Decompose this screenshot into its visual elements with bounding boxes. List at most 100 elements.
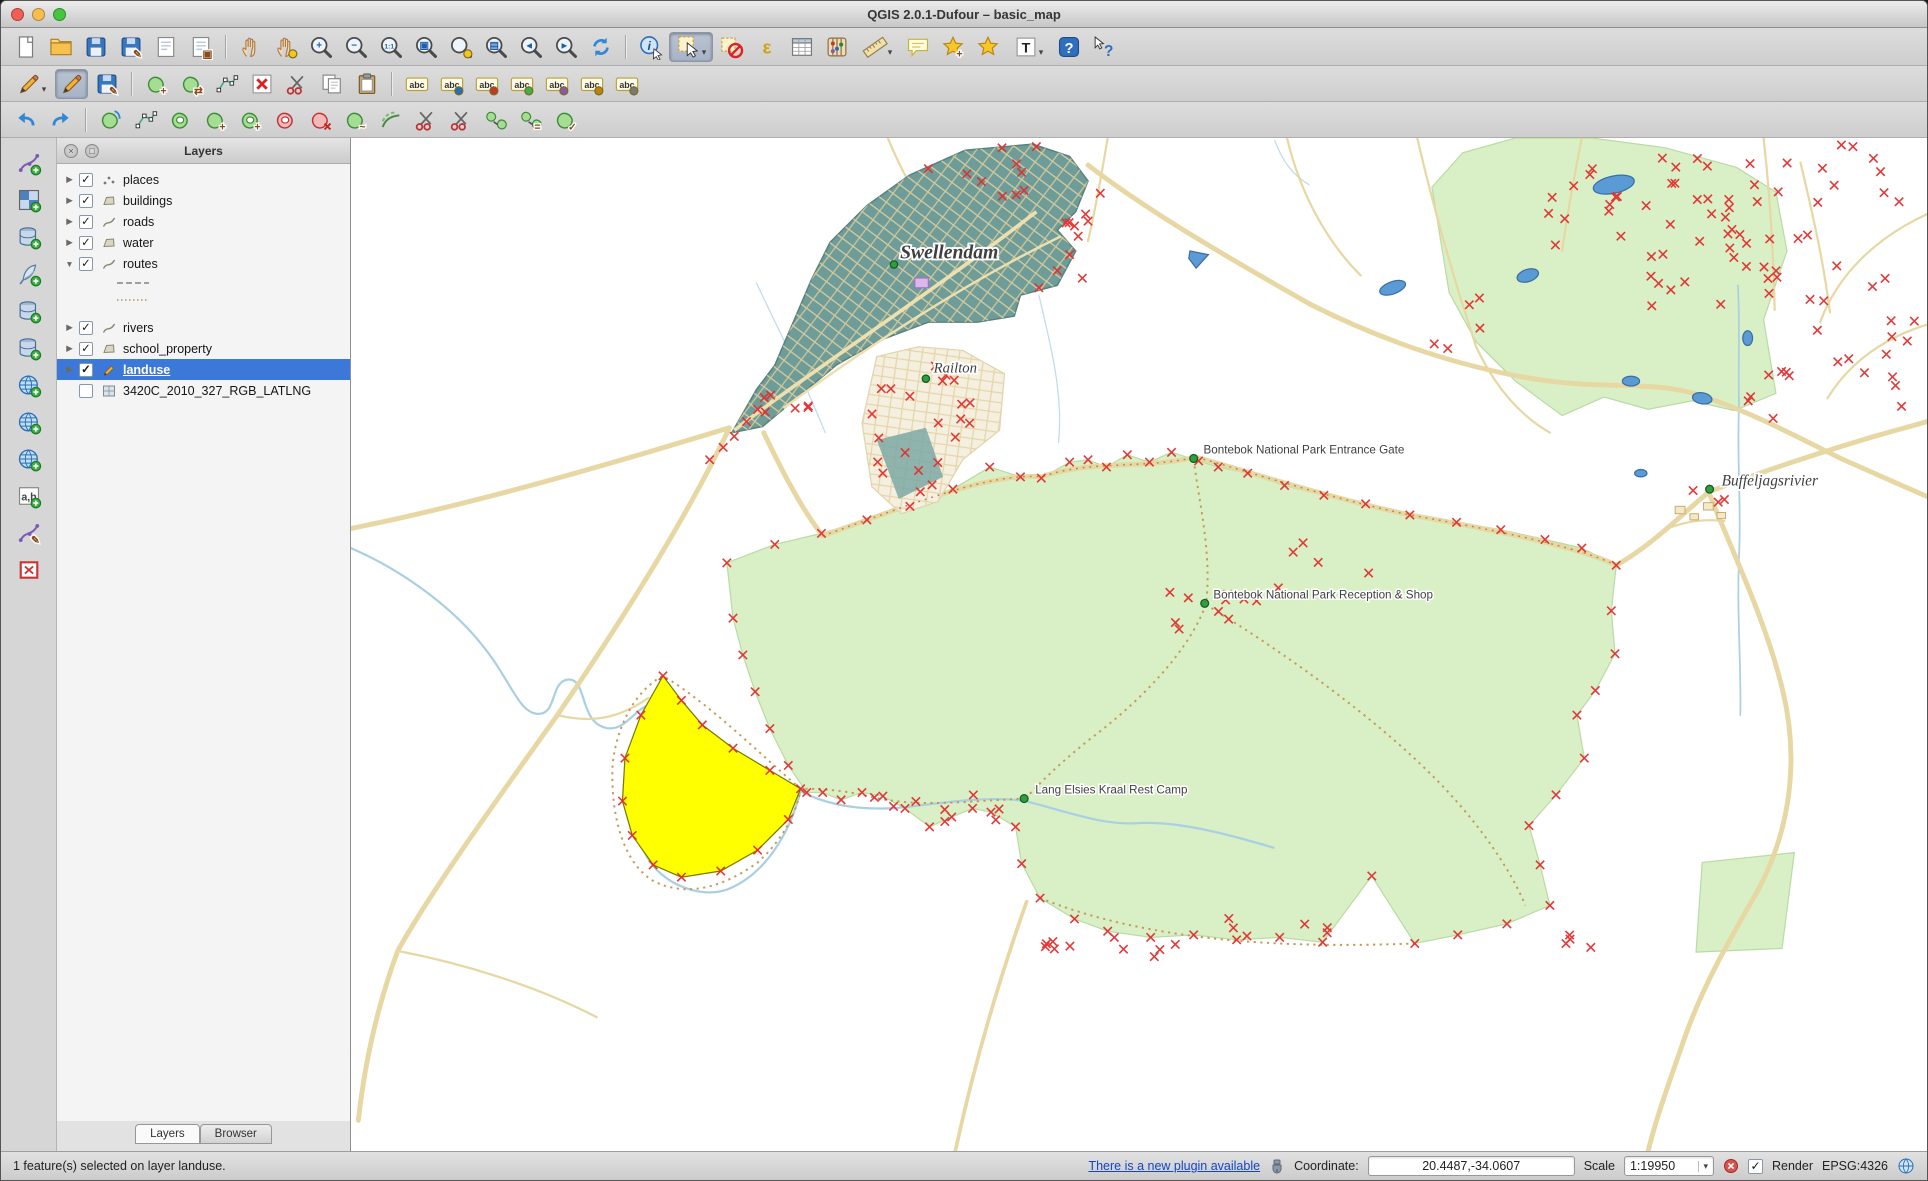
current-edits-button[interactable]: ▾ — [9, 69, 53, 99]
identify-features-button[interactable]: i — [634, 32, 667, 62]
pan-map-button[interactable] — [234, 32, 267, 62]
move-feature-button[interactable]: ⇄ — [175, 69, 208, 99]
cut-features-button[interactable] — [280, 69, 313, 99]
add-raster-layer-button[interactable] — [11, 185, 47, 215]
merge-features-button[interactable] — [479, 105, 512, 135]
pin-labels-button[interactable]: abc — [435, 69, 468, 99]
help-contents-button[interactable]: ? — [1052, 32, 1085, 62]
change-label-button[interactable]: abc — [575, 69, 608, 99]
check-geometries-button[interactable]: ✓ — [549, 105, 582, 135]
layer-style-swatch[interactable] — [57, 274, 350, 291]
layer-visibility-checkbox[interactable]: ✓ — [79, 172, 93, 187]
layer-item-school_property[interactable]: ▶ ✓ school_property — [57, 338, 350, 359]
open-attribute-table-button[interactable] — [785, 32, 818, 62]
rotate-feature-button[interactable] — [94, 105, 127, 135]
delete-ring-button[interactable] — [269, 105, 302, 135]
undo-button[interactable] — [9, 105, 42, 135]
layer-item-places[interactable]: ▶ ✓ places — [57, 169, 350, 190]
crs-button[interactable] — [1897, 1157, 1915, 1175]
layer-item-rivers[interactable]: ▶ ✓ rivers — [57, 317, 350, 338]
simplify-feature-button[interactable] — [129, 105, 162, 135]
add-wfs-layer-button[interactable] — [11, 444, 47, 474]
layer-item-water[interactable]: ▶ ✓ water — [57, 232, 350, 253]
layer-visibility-checkbox[interactable]: ✓ — [79, 235, 93, 250]
expand-arrow-icon[interactable]: ▶ — [62, 237, 77, 248]
tab-browser[interactable]: Browser — [199, 1124, 272, 1144]
tab-layers[interactable]: Layers — [135, 1124, 200, 1144]
expand-arrow-icon[interactable]: ▶ — [62, 364, 77, 375]
add-wcs-layer-button[interactable] — [11, 407, 47, 437]
expand-arrow-icon[interactable]: ▶ — [62, 322, 77, 333]
scale-combo[interactable]: 1:19950 ▾ — [1623, 1156, 1714, 1176]
delete-part-button[interactable] — [304, 105, 337, 135]
highlight-pinned-labels-button[interactable]: abc — [470, 69, 503, 99]
layer-visibility-checkbox[interactable]: ✓ — [79, 256, 93, 271]
save-project-as-button[interactable]: ✎ — [114, 32, 147, 62]
add-feature-button[interactable]: + — [140, 69, 173, 99]
show-bookmarks-button[interactable] — [971, 32, 1004, 62]
offset-curve-button[interactable] — [374, 105, 407, 135]
zoom-to-selection-button[interactable] — [444, 32, 477, 62]
layer-visibility-checkbox[interactable]: ✓ — [79, 214, 93, 229]
layer-visibility-checkbox[interactable] — [79, 383, 93, 398]
layer-item-routes[interactable]: ▼ ✓ routes — [57, 253, 350, 274]
add-delimited-text-layer-button[interactable]: a,b — [11, 481, 47, 511]
add-mssql-layer-button[interactable] — [11, 296, 47, 326]
split-features-button[interactable] — [409, 105, 442, 135]
save-project-button[interactable] — [79, 32, 112, 62]
split-parts-button[interactable] — [444, 105, 477, 135]
refresh-map-button[interactable] — [584, 32, 617, 62]
select-features-button[interactable]: ▾ — [669, 31, 713, 62]
delete-selected-button[interactable] — [245, 69, 278, 99]
layer-visibility-checkbox[interactable]: ✓ — [79, 362, 93, 377]
close-button[interactable] — [11, 7, 24, 21]
field-calculator-button[interactable] — [820, 32, 853, 62]
add-vector-layer-button[interactable] — [11, 148, 47, 178]
zoom-out-button[interactable]: − — [339, 32, 372, 62]
stop-render-button[interactable] — [1723, 1158, 1739, 1174]
new-print-composer-button[interactable] — [149, 32, 182, 62]
map-canvas[interactable]: Swellendam Railton Buffeljagsrivier Bont… — [351, 138, 1927, 1151]
save-layer-edits-button[interactable]: ✎ — [90, 69, 123, 99]
zoom-native-button[interactable]: 1:1 — [374, 32, 407, 62]
add-spatialite-layer-button[interactable] — [11, 259, 47, 289]
render-checkbox[interactable]: ✓ — [1747, 1158, 1763, 1174]
add-part-button[interactable]: + — [199, 105, 232, 135]
show-hidden-labels-button[interactable]: abc — [610, 69, 643, 99]
layer-visibility-checkbox[interactable]: ✓ — [79, 193, 93, 208]
expand-arrow-icon[interactable]: ▶ — [62, 195, 77, 206]
expand-arrow-icon[interactable]: ▶ — [62, 343, 77, 354]
select-by-expression-button[interactable]: ε — [750, 32, 783, 62]
coordinate-input[interactable]: 20.4487,-34.0607 — [1367, 1156, 1575, 1176]
layer-item-3420C_2010_327_RGB_LATLNG[interactable]: 3420C_2010_327_RGB_LATLNG — [57, 380, 350, 401]
node-tool-button[interactable] — [210, 69, 243, 99]
map-tips-button[interactable] — [901, 32, 934, 62]
move-label-button[interactable]: abc — [505, 69, 538, 99]
expand-arrow-icon[interactable]: ▼ — [62, 259, 77, 269]
reshape-features-button[interactable]: ~ — [339, 105, 372, 135]
add-ring-button[interactable] — [164, 105, 197, 135]
layer-item-landuse[interactable]: ▶ ✓ landuse — [57, 359, 350, 380]
maximize-button[interactable] — [53, 7, 66, 21]
paste-features-button[interactable] — [350, 69, 383, 99]
labeling-options-button[interactable]: abc — [400, 69, 433, 99]
layer-item-buildings[interactable]: ▶ ✓ buildings — [57, 190, 350, 211]
text-annotation-button[interactable]: T ▾ — [1006, 32, 1050, 62]
composer-manager-button[interactable]: ▣ — [184, 32, 217, 62]
new-shapefile-layer-button[interactable]: ✎ — [11, 518, 47, 548]
new-bookmark-button[interactable]: + — [936, 32, 969, 62]
merge-attributes-button[interactable]: = — [514, 105, 547, 135]
remove-layer-button[interactable] — [11, 555, 47, 585]
zoom-in-button[interactable]: + — [304, 32, 337, 62]
zoom-to-layer-button[interactable]: ▤ — [479, 32, 512, 62]
layer-visibility-checkbox[interactable]: ✓ — [79, 320, 93, 335]
whats-this-button[interactable]: ? — [1087, 32, 1120, 62]
pan-to-selection-button[interactable] — [269, 32, 302, 62]
open-project-button[interactable] — [44, 32, 77, 62]
expand-arrow-icon[interactable]: ▶ — [62, 174, 77, 185]
plugin-link[interactable]: There is a new plugin available — [1088, 1159, 1260, 1173]
layer-style-swatch[interactable] — [57, 291, 350, 308]
rotate-label-button[interactable]: abc — [540, 69, 573, 99]
redo-button[interactable] — [44, 105, 77, 135]
minimize-button[interactable] — [32, 7, 45, 21]
